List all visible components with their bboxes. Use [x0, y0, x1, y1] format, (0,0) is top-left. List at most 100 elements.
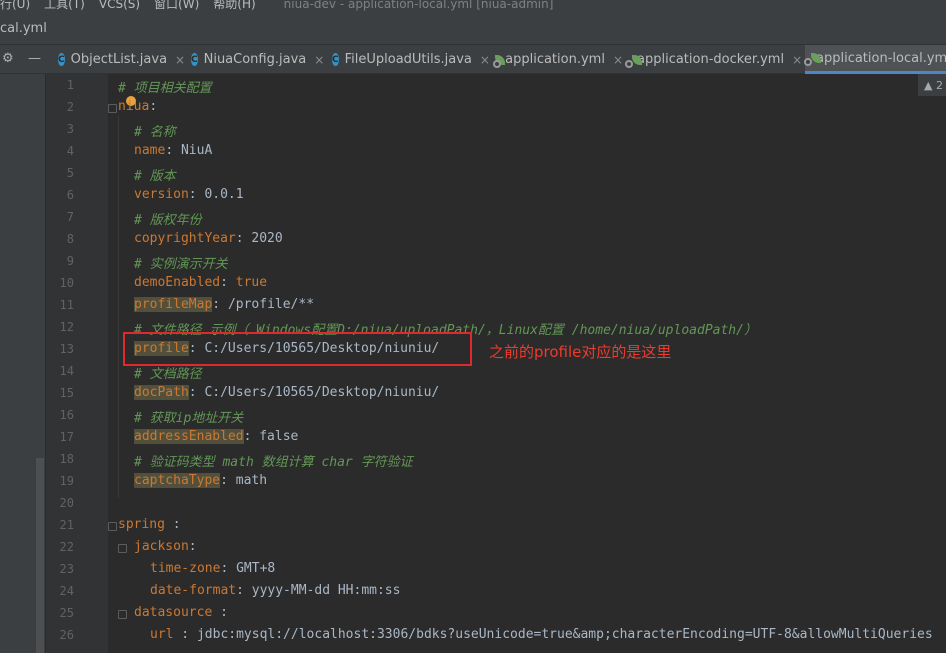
- yaml-key: date-format: [150, 583, 237, 598]
- yaml-key: version: [134, 187, 189, 202]
- line-number: 1: [66, 78, 74, 92]
- fold-marker-icon[interactable]: [108, 104, 117, 113]
- yaml-value: false: [259, 429, 299, 444]
- yaml-separator: :: [243, 429, 260, 444]
- code-line[interactable]: demoEnabled: true: [134, 275, 267, 290]
- line-number: 15: [59, 386, 74, 400]
- project-scrollbar[interactable]: [36, 458, 44, 653]
- yaml-value: jdbc:mysql://localhost:3306/bdks?useUnic…: [196, 627, 933, 642]
- menu-item-help[interactable]: 帮助(H): [213, 0, 255, 12]
- line-number: 8: [66, 232, 74, 246]
- yaml-key: name: [134, 143, 166, 158]
- tab-label: application-local.yml: [816, 50, 946, 66]
- line-number: 6: [66, 188, 74, 202]
- line-number: 25: [59, 606, 74, 620]
- line-number: 26: [59, 628, 74, 642]
- tab-application-yml[interactable]: application.yml ×: [489, 45, 623, 74]
- line-number: 3: [66, 122, 74, 136]
- code-comment: # 文档路径: [134, 367, 202, 382]
- close-icon[interactable]: ×: [613, 53, 623, 67]
- line-number: 11: [59, 298, 74, 312]
- breadcrumb[interactable]: cal.yml: [0, 21, 47, 36]
- code-line[interactable]: captchaType: math: [134, 473, 267, 488]
- java-class-icon: C: [191, 53, 198, 66]
- tab-fileuploadutils-java[interactable]: C FileUploadUtils.java ×: [326, 45, 490, 74]
- code-line[interactable]: time-zone: GMT+8: [150, 561, 275, 576]
- yaml-value: true: [235, 275, 268, 290]
- code-line[interactable]: profileMap: /profile/**: [134, 297, 314, 312]
- editor-tab-bar: ⚙ — C ObjectList.java × C NiuaConfig.java × C F…: [0, 45, 946, 74]
- code-line[interactable]: datasource :: [134, 605, 228, 620]
- menu-item-tools[interactable]: 工具(T): [44, 0, 85, 12]
- line-number: 2: [66, 100, 74, 114]
- yaml-separator: :: [188, 187, 205, 202]
- code-line[interactable]: addressEnabled: false: [134, 429, 298, 444]
- annotation-box: [123, 332, 472, 366]
- annotation-text: 之前的profile对应的是这里: [489, 343, 672, 361]
- code-line[interactable]: # 获取ip地址开关: [134, 407, 243, 426]
- inspection-widget[interactable]: ▲ 2: [918, 74, 946, 96]
- code-line[interactable]: niua:: [118, 99, 157, 114]
- tab-label: ObjectList.java: [70, 52, 168, 67]
- code-line[interactable]: url : jdbc:mysql://localhost:3306/bdks?u…: [150, 627, 933, 642]
- code-line[interactable]: name: NiuA: [134, 143, 212, 158]
- menu-item-window[interactable]: 窗口(W): [154, 0, 199, 12]
- fold-marker-icon[interactable]: [108, 522, 117, 531]
- tab-label: application-docker.yml: [637, 52, 785, 67]
- line-number: 23: [59, 562, 74, 576]
- line-number: 17: [59, 430, 74, 444]
- code-line[interactable]: spring :: [118, 517, 181, 532]
- tab-application-docker-yml[interactable]: application-docker.yml ×: [625, 45, 802, 74]
- tab-objectlist-java[interactable]: C ObjectList.java ×: [52, 45, 185, 74]
- yaml-value: GMT+8: [236, 561, 276, 576]
- yaml-value: 0.0.1: [204, 187, 244, 202]
- tab-niuaconfig-java[interactable]: C NiuaConfig.java ×: [185, 45, 324, 74]
- code-line[interactable]: # 版本: [134, 165, 176, 184]
- code-comment: # 版权年份: [134, 213, 202, 228]
- line-number: 24: [59, 584, 74, 598]
- menu-item-vcs[interactable]: VCS(S): [99, 0, 140, 11]
- code-line[interactable]: copyrightYear: 2020: [134, 231, 283, 246]
- line-number: 9: [66, 254, 74, 268]
- code-line[interactable]: # 验证码类型 math 数组计算 char 字符验证: [134, 451, 413, 470]
- code-line[interactable]: # 版权年份: [134, 209, 202, 228]
- yaml-key: url: [150, 627, 174, 642]
- line-number: 4: [66, 144, 74, 158]
- fold-marker-icon[interactable]: [118, 544, 127, 553]
- java-class-icon: C: [58, 53, 65, 66]
- code-comment: # 名称: [134, 125, 176, 140]
- yaml-separator: :: [188, 385, 205, 400]
- yaml-key: copyrightYear: [134, 231, 236, 246]
- yaml-key: demoEnabled: [134, 275, 221, 290]
- window-title: niua-dev - application-local.yml [niua-a…: [283, 0, 554, 11]
- yaml-separator: :: [212, 297, 228, 312]
- close-icon[interactable]: ×: [314, 53, 324, 67]
- tab-label: FileUploadUtils.java: [344, 52, 472, 67]
- code-line[interactable]: docPath: C:/Users/10565/Desktop/niuniu/: [134, 385, 439, 400]
- yaml-key: niua: [118, 99, 150, 114]
- navigation-bar: cal.yml: [0, 12, 946, 45]
- code-line[interactable]: date-format: yyyy-MM-dd HH:mm:ss: [150, 583, 400, 598]
- code-line[interactable]: # 项目相关配置: [118, 77, 212, 96]
- tab-application-local-yml[interactable]: application-local.yml: [804, 45, 946, 74]
- code-line[interactable]: # 实例演示开关: [134, 253, 228, 272]
- code-line[interactable]: jackson:: [134, 539, 197, 554]
- line-number: 19: [59, 474, 74, 488]
- code-line[interactable]: # 名称: [134, 121, 176, 140]
- gear-icon[interactable]: ⚙: [2, 51, 14, 66]
- yaml-key: addressEnabled: [134, 429, 244, 444]
- code-line[interactable]: version: 0.0.1: [134, 187, 244, 202]
- close-icon[interactable]: ×: [792, 53, 802, 67]
- yaml-value: C:/Users/10565/Desktop/niuniu/: [204, 385, 440, 400]
- yaml-key: captchaType: [134, 473, 221, 488]
- yaml-separator: :: [173, 627, 197, 642]
- spring-yaml-icon: [493, 53, 505, 68]
- menu-item-run[interactable]: 行(U): [0, 0, 30, 12]
- yaml-separator: :: [236, 583, 252, 598]
- minimize-icon[interactable]: —: [28, 51, 41, 66]
- fold-marker-icon[interactable]: [118, 610, 127, 619]
- close-icon[interactable]: ×: [175, 53, 185, 67]
- line-number: 21: [59, 518, 74, 532]
- yaml-separator: :: [164, 517, 181, 532]
- yaml-value: /profile/**: [227, 297, 315, 312]
